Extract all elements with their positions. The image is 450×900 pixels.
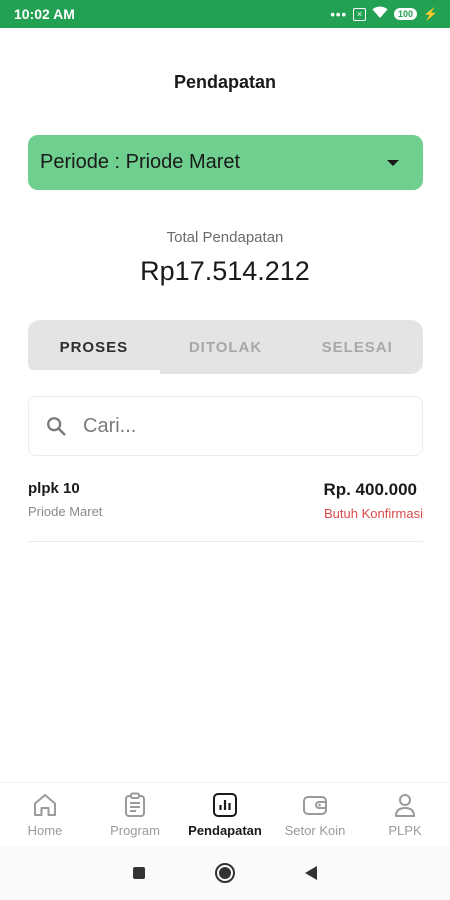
tab-proses[interactable]: PROSES (28, 320, 160, 374)
wallet-icon (301, 791, 329, 819)
item-amount: Rp. 400.000 (323, 480, 417, 499)
nav-label-program: Program (110, 823, 160, 838)
item-period: Priode Maret (28, 504, 103, 519)
nav-label-plpk: PLPK (388, 823, 422, 838)
list-item[interactable]: plpk 10 Priode Maret Rp. 400.000 Butuh K… (28, 476, 423, 542)
charging-icon: ⚡ (423, 7, 438, 21)
bottom-nav: Home Program Pendapatan Setor Koin PLPK (0, 782, 450, 844)
recent-apps-icon[interactable] (133, 867, 145, 879)
search-icon (45, 415, 67, 437)
nav-label-setor-koin: Setor Koin (284, 823, 346, 838)
nav-item-pendapatan[interactable]: Pendapatan (180, 783, 270, 844)
home-icon (31, 791, 59, 819)
nav-item-program[interactable]: Program (90, 783, 180, 844)
nav-item-home[interactable]: Home (0, 783, 90, 844)
total-label: Total Pendapatan (166, 229, 284, 246)
wifi-icon (372, 6, 388, 22)
nav-label-home: Home (27, 823, 63, 838)
chevron-down-icon (387, 159, 399, 166)
status-icons: ••• × 100 ⚡ (330, 6, 438, 22)
search-box (28, 396, 423, 456)
back-icon[interactable] (305, 866, 317, 880)
total-value: Rp17.514.212 (140, 256, 310, 286)
home-button-icon[interactable] (215, 863, 235, 883)
battery-icon: 100 (394, 8, 418, 20)
user-icon (391, 791, 419, 819)
notification-dots-icon: ••• (330, 6, 348, 22)
period-label: Periode : Priode Maret (40, 151, 241, 173)
active-tab-indicator (28, 370, 160, 374)
tab-selesai[interactable]: SELESAI (291, 320, 423, 374)
status-bar: 10:02 AM ••• × 100 ⚡ (0, 0, 450, 28)
page-title: Pendapatan (173, 72, 277, 92)
chart-icon (211, 791, 239, 819)
clipboard-icon (121, 791, 149, 819)
item-status: Butuh Konfirmasi (324, 506, 423, 521)
nav-item-setor-koin[interactable]: Setor Koin (270, 783, 360, 844)
status-time: 10:02 AM (14, 6, 75, 22)
period-dropdown[interactable]: Periode : Priode Maret (28, 135, 423, 190)
nav-label-pendapatan: Pendapatan (188, 823, 262, 838)
tab-ditolak[interactable]: DITOLAK (160, 320, 292, 374)
item-name: plpk 10 (28, 480, 80, 497)
search-input[interactable] (83, 414, 422, 438)
nav-item-plpk[interactable]: PLPK (360, 783, 450, 844)
status-tabs: PROSES DITOLAK SELESAI (28, 320, 423, 374)
system-nav-bar (0, 846, 450, 900)
sim-icon: × (353, 7, 367, 21)
